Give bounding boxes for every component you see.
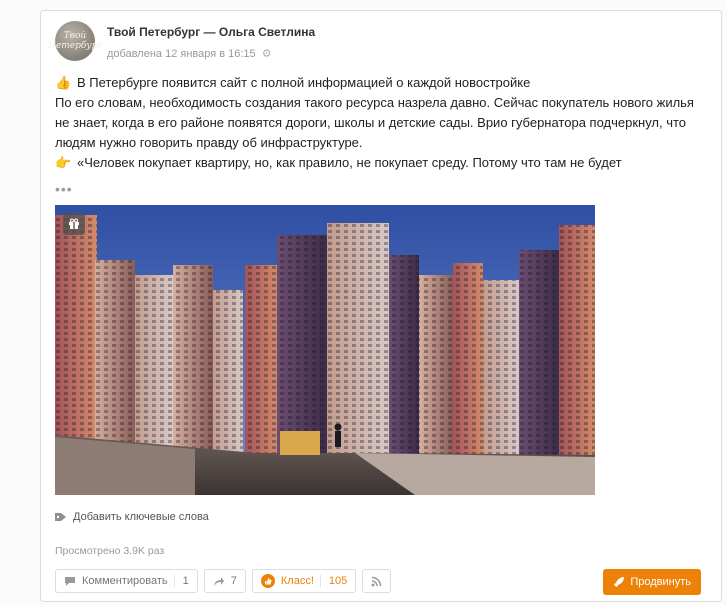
klass-label: Класс! (280, 575, 314, 587)
buildings-photo (55, 205, 595, 495)
post-headline: 👍 В Петербурге появится сайт с полной инф… (55, 73, 705, 93)
views-count: Просмотрено 3.9K раз (55, 545, 165, 557)
share-icon (213, 576, 224, 586)
rocket-icon (614, 577, 625, 587)
comment-button[interactable]: Комментировать 1 (55, 569, 198, 593)
rss-button[interactable] (362, 569, 392, 593)
settings-icon[interactable]: ⚙ (262, 48, 272, 60)
comment-icon (65, 576, 75, 586)
thumbs-up-icon (260, 574, 275, 588)
show-more-button[interactable]: ••• (55, 181, 73, 197)
add-keywords-label: Добавить ключевые слова (73, 511, 209, 523)
action-bar: Комментировать 1 7 Класс! 105 (55, 569, 392, 593)
thumbs-up-icon: 👍 (55, 75, 72, 90)
promote-label: Продвинуть (630, 576, 691, 588)
tag-icon (55, 513, 66, 521)
klass-count: 105 (319, 575, 347, 587)
share-button[interactable]: 7 (203, 569, 246, 593)
post-date-line: добавлена 12 января в 16:15 ⚙ (107, 47, 272, 60)
promote-button[interactable]: Продвинуть (603, 569, 701, 595)
avatar-text: Твой Петербург (48, 31, 102, 51)
share-count: 7 (230, 575, 237, 587)
gift-icon (69, 218, 79, 229)
author-name[interactable]: Твой Петербург — Ольга Светлина (107, 25, 315, 39)
comment-label: Комментировать (82, 575, 168, 587)
avatar[interactable]: Твой Петербург (48, 21, 102, 61)
rss-icon (371, 576, 382, 586)
post-body: По его словам, необходимость создания та… (55, 95, 694, 150)
post-date: добавлена 12 января в 16:15 (107, 48, 256, 60)
post-text: 👍 В Петербурге появится сайт с полной инф… (55, 73, 705, 173)
klass-button[interactable]: Класс! 105 (251, 569, 357, 593)
post-image[interactable] (55, 205, 595, 495)
gift-button[interactable] (63, 213, 85, 235)
comment-count: 1 (173, 575, 189, 587)
post-quote: 👉 «Человек покупает квартиру, но, как пра… (55, 153, 705, 173)
post-card: Твой Петербург Твой Петербург — Ольга Св… (40, 10, 722, 602)
pointing-hand-icon: 👉 (55, 155, 72, 170)
add-keywords-link[interactable]: Добавить ключевые слова (55, 511, 209, 523)
